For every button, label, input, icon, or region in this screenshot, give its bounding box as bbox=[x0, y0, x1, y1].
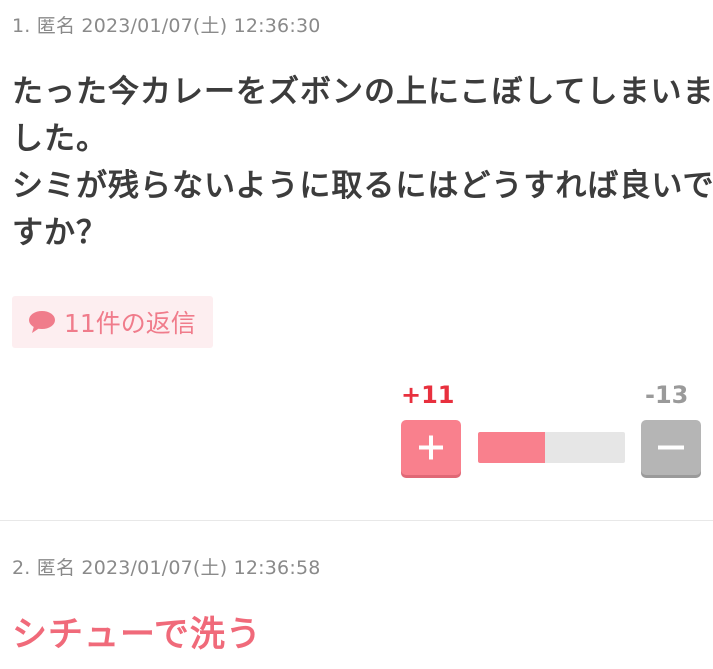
reply-count-link[interactable]: 11件の返信 bbox=[12, 296, 213, 348]
plus-count: +11 bbox=[401, 381, 455, 409]
vote-ratio-bar bbox=[478, 432, 625, 463]
reply-count-label: 11件の返信 bbox=[64, 309, 196, 338]
comment-line: たった今カレーをズボンの上にこぼしてしまいま bbox=[12, 74, 713, 110]
comment-body: シチューで洗う bbox=[12, 615, 262, 655]
comment-meta: 1. 匿名 2023/01/07(土) 12:36:30 bbox=[12, 15, 321, 37]
plus-icon bbox=[419, 435, 443, 460]
comment-line: すか？ bbox=[12, 215, 108, 251]
comment-body: たった今カレーをズボンの上にこぼしてしまいま した。 シミが残らないように取るに… bbox=[12, 69, 713, 257]
comment-line: シミが残らないように取るにはどうすれば良いで bbox=[12, 168, 713, 204]
speech-bubble-icon bbox=[29, 311, 55, 333]
comment-meta: 2. 匿名 2023/01/07(土) 12:36:58 bbox=[12, 557, 321, 579]
vote-ratio-fill bbox=[478, 432, 546, 463]
plus-vote-button[interactable] bbox=[401, 420, 461, 475]
minus-count: -13 bbox=[645, 381, 689, 409]
minus-vote-button[interactable] bbox=[641, 420, 701, 475]
comment-line: した。 bbox=[12, 121, 108, 157]
comment-divider bbox=[0, 520, 713, 521]
minus-icon bbox=[658, 445, 684, 450]
